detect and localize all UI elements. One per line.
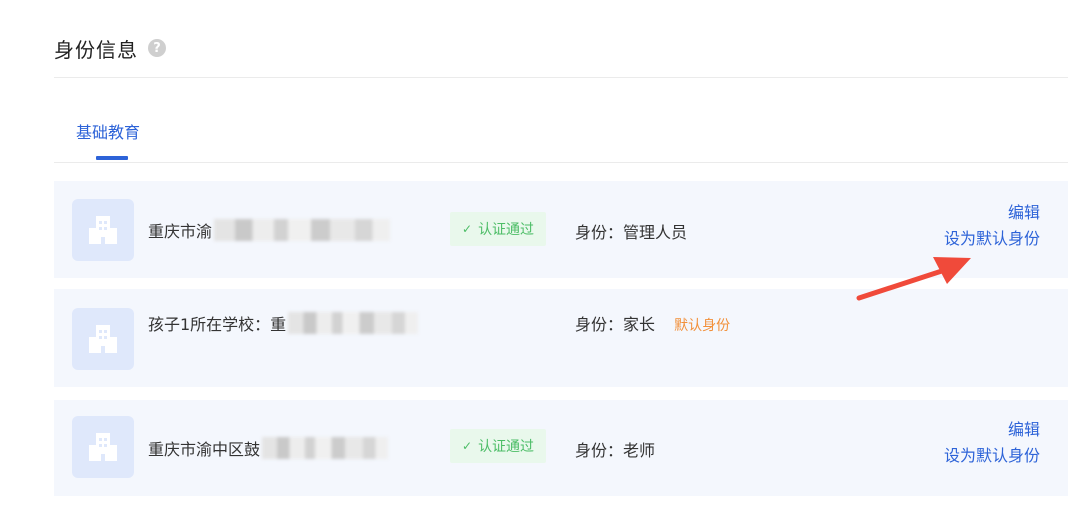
redacted-text (262, 437, 389, 459)
annotation-arrow-icon (856, 257, 971, 301)
tab-basic-education[interactable]: 基础教育 (76, 119, 140, 143)
school-name-text: 重庆市渝 (148, 222, 213, 241)
school-building-icon (72, 199, 134, 261)
identity-role: 身份：老师 (575, 441, 656, 460)
school-name: 孩子1所在学校：重 (148, 311, 419, 335)
school-name: 重庆市渝 (148, 218, 391, 242)
redacted-text (214, 219, 391, 241)
section-header: 身份信息 ? (54, 30, 166, 66)
tabs-divider (54, 162, 1068, 163)
row-actions: 编辑 设为默认身份 (944, 200, 1040, 252)
school-name-text: 孩子1所在学校：重 (148, 315, 287, 334)
check-icon: ✓ (462, 439, 473, 453)
row-actions: 编辑 设为默认身份 (944, 417, 1040, 469)
verified-badge: ✓ 认证通过 (450, 429, 547, 463)
tab-active-indicator (96, 156, 128, 160)
edit-link[interactable]: 编辑 (944, 417, 1040, 443)
divider (54, 77, 1068, 78)
set-default-link[interactable]: 设为默认身份 (944, 443, 1040, 469)
help-icon[interactable]: ? (148, 39, 166, 57)
verified-badge: ✓ 认证通过 (450, 212, 547, 246)
identity-role: 身份：管理人员 (575, 223, 688, 242)
identity-role-text: 身份：家长 (575, 315, 656, 334)
identity-role: 身份：家长 默认身份 (575, 311, 730, 335)
school-building-icon (72, 308, 134, 370)
verified-label: 认证通过 (478, 222, 535, 238)
set-default-link[interactable]: 设为默认身份 (944, 226, 1040, 252)
identity-row-teacher: 重庆市渝中区鼓 ✓ 认证通过 身份：老师 编辑 设为默认身份 (54, 400, 1068, 496)
school-building-icon (72, 416, 134, 478)
redacted-text (288, 312, 419, 334)
verified-label: 认证通过 (478, 439, 535, 455)
page-title: 身份信息 (54, 37, 138, 62)
check-icon: ✓ (462, 222, 473, 236)
school-name: 重庆市渝中区鼓 (148, 436, 389, 460)
school-name-text: 重庆市渝中区鼓 (148, 440, 261, 459)
default-identity-tag: 默认身份 (674, 318, 731, 334)
edit-link[interactable]: 编辑 (944, 200, 1040, 226)
